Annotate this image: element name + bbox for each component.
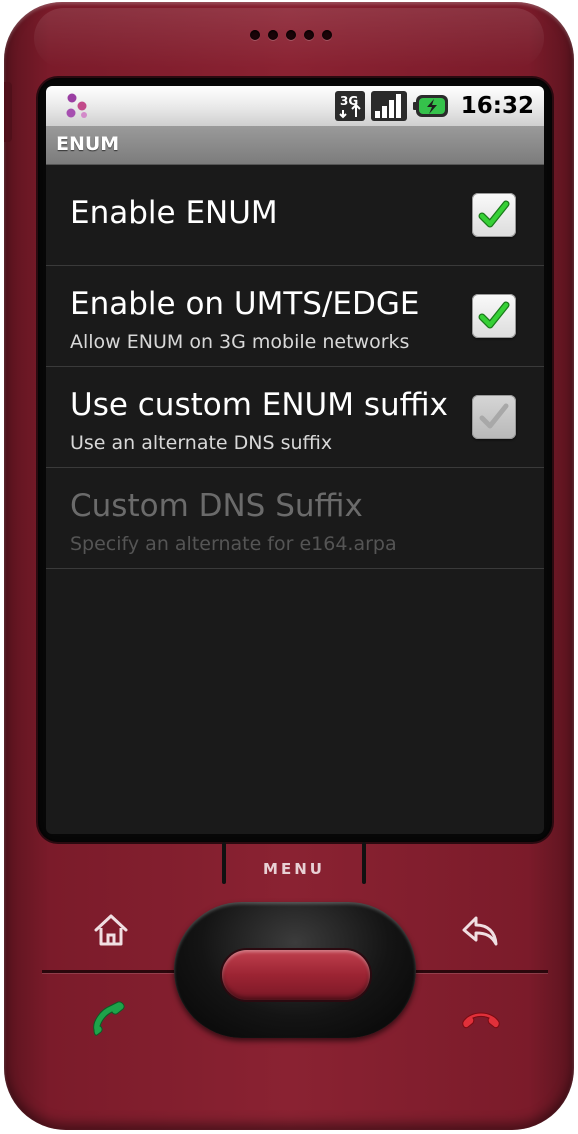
side-button[interactable] bbox=[4, 82, 12, 142]
status-icons: 3G 16:32 bbox=[334, 91, 534, 121]
pref-title: Use custom ENUM suffix bbox=[70, 387, 448, 423]
checkmark-icon bbox=[478, 301, 510, 329]
screen-bezel: 3G 16:32 ENUM Enable ENUM Enable on UMTS… bbox=[38, 78, 552, 842]
pref-summary: Allow ENUM on 3G mobile networks bbox=[70, 331, 410, 353]
pref-title: Custom DNS Suffix bbox=[70, 488, 363, 524]
checkmark-icon bbox=[478, 200, 510, 228]
divider bbox=[408, 970, 548, 973]
pref-title: Enable on UMTS/EDGE bbox=[70, 286, 420, 322]
page-title: ENUM bbox=[56, 133, 120, 155]
preference-list: Enable ENUM Enable on UMTS/EDGE Allow EN… bbox=[46, 165, 544, 569]
pref-summary: Use an alternate DNS suffix bbox=[70, 432, 333, 454]
menu-button[interactable]: MENU bbox=[222, 842, 366, 886]
umts-edge-checkbox[interactable] bbox=[472, 294, 516, 338]
trackball[interactable] bbox=[222, 950, 370, 1000]
signal-icon bbox=[370, 91, 407, 121]
checkmark-ghost-icon bbox=[479, 403, 509, 429]
3g-icon: 3G bbox=[334, 91, 365, 121]
pref-enable-enum[interactable]: Enable ENUM bbox=[46, 165, 544, 266]
divider bbox=[42, 970, 182, 973]
end-call-icon[interactable] bbox=[460, 1006, 502, 1032]
title-bar: ENUM bbox=[46, 126, 544, 165]
screen: 3G 16:32 ENUM Enable ENUM Enable on UMTS… bbox=[46, 86, 544, 834]
speaker-grille bbox=[250, 30, 332, 40]
pref-custom-dns-suffix: Custom DNS Suffix Specify an alternate f… bbox=[46, 468, 544, 569]
home-icon[interactable] bbox=[92, 912, 130, 948]
enable-enum-checkbox[interactable] bbox=[472, 193, 516, 237]
call-icon[interactable] bbox=[88, 998, 132, 1038]
custom-suffix-checkbox[interactable] bbox=[472, 395, 516, 439]
pref-title: Enable ENUM bbox=[70, 195, 278, 231]
back-icon[interactable] bbox=[460, 912, 500, 948]
clock: 16:32 bbox=[460, 93, 534, 119]
pref-summary: Specify an alternate for e164.arpa bbox=[70, 533, 397, 555]
menu-label: MENU bbox=[263, 860, 325, 878]
app-notification-icon bbox=[66, 93, 87, 118]
pref-custom-enum-suffix[interactable]: Use custom ENUM suffix Use an alternate … bbox=[46, 367, 544, 468]
battery-icon bbox=[412, 95, 448, 117]
status-bar: 3G 16:32 bbox=[46, 86, 544, 126]
pref-enable-umts-edge[interactable]: Enable on UMTS/EDGE Allow ENUM on 3G mob… bbox=[46, 266, 544, 367]
